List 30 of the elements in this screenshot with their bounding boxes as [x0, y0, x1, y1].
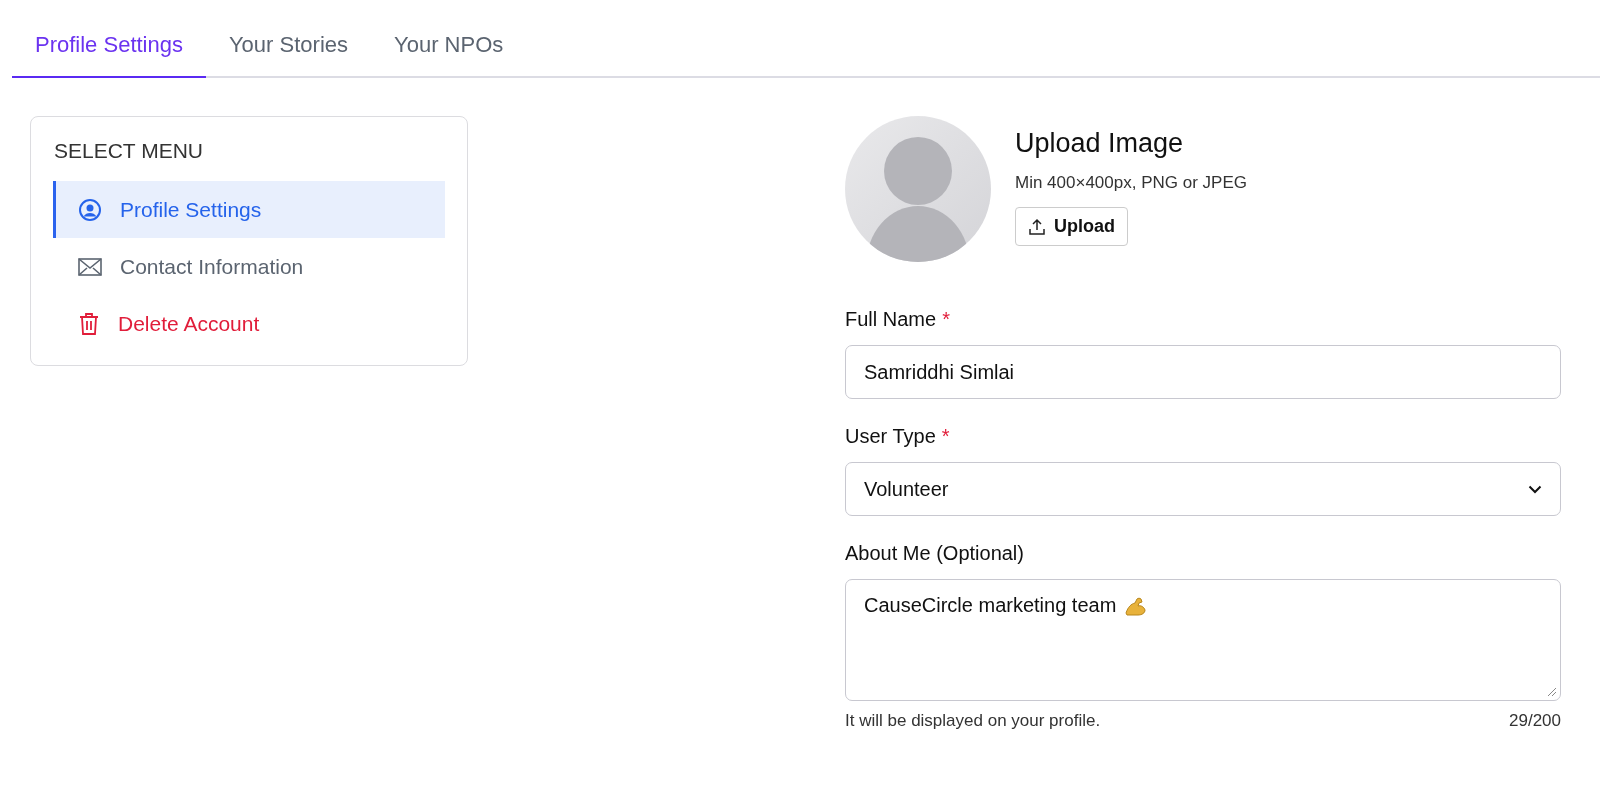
tab[interactable]: Your NPOs — [371, 28, 527, 78]
menu-item-label: Delete Account — [118, 311, 260, 336]
required-mark: * — [942, 308, 950, 331]
envelope-icon — [78, 256, 102, 277]
menu-title: SELECT MENU — [54, 139, 204, 163]
menu-item[interactable]: Profile Settings — [53, 181, 445, 238]
full-name-field[interactable]: Samriddhi Simlai — [845, 345, 1561, 399]
trash-icon — [78, 311, 100, 336]
menu-item-label: Contact Information — [120, 254, 304, 279]
required-mark: * — [941, 425, 950, 448]
upload-icon — [1028, 217, 1046, 236]
upload-hint: Min 400×400px, PNG or JPEG — [1015, 173, 1247, 193]
chevron-down-icon — [1528, 484, 1542, 494]
menu-item[interactable]: Delete Account — [53, 295, 445, 352]
field-label: About Me (Optional) — [845, 542, 1024, 565]
tab[interactable]: Profile Settings — [12, 28, 206, 78]
field-label: User Type — [845, 425, 936, 448]
user-type-dropdown[interactable]: Volunteer — [845, 462, 1561, 516]
character-counter: 29/200 — [1509, 711, 1561, 731]
upload-title: Upload Image — [1015, 128, 1185, 159]
about-me-field[interactable]: CauseCircle marketing team — [845, 579, 1561, 701]
upload-button[interactable]: Upload — [1015, 207, 1128, 246]
resize-grip-icon[interactable] — [1547, 687, 1557, 697]
flexed-arm-icon — [1124, 595, 1147, 616]
field-label: Full Name — [845, 308, 937, 331]
help-text: It will be displayed on your profile. — [845, 711, 1101, 731]
menu-item[interactable]: Contact Information — [53, 238, 445, 295]
user-circle-icon — [78, 197, 102, 222]
tab[interactable]: Your Stories — [205, 28, 371, 78]
menu-item-label: Profile Settings — [120, 197, 262, 222]
